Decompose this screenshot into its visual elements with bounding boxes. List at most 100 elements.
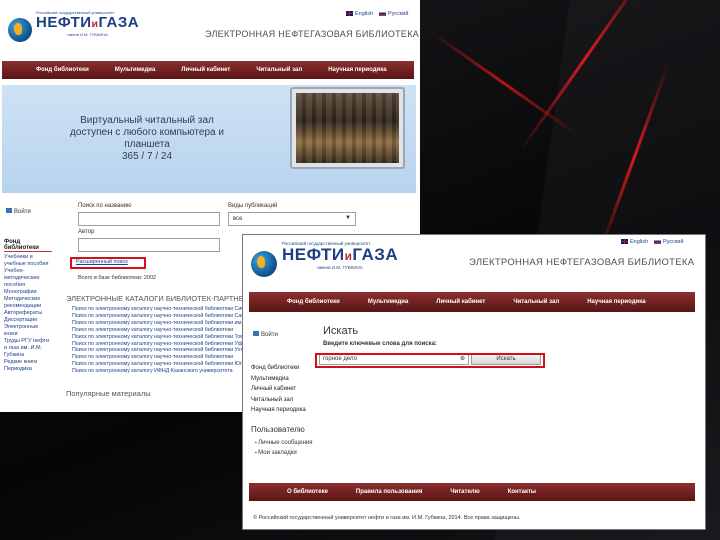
login-label: Войти <box>14 209 31 215</box>
sidebar-item[interactable]: Методические рекомендации <box>4 296 52 310</box>
footer-nav: О библиотеке Правила пользования Читател… <box>249 483 695 501</box>
banner-line: доступен с любого компьютера и планшета <box>70 127 224 150</box>
nav-item[interactable]: Мультимедиа <box>368 299 408 305</box>
user-block-heading: Пользователю <box>251 425 305 434</box>
nav-item[interactable]: Читальный зал <box>256 67 302 73</box>
login-icon <box>6 208 12 213</box>
footer-nav-item[interactable]: Читателю <box>450 489 479 495</box>
language-switcher: English Русский <box>346 11 408 17</box>
publication-types-select[interactable]: все ▼ <box>228 212 356 226</box>
nav-item[interactable]: Мультимедиа <box>115 67 155 73</box>
logo-text: НЕФТИиГАЗА <box>282 245 399 264</box>
nav-item[interactable]: Научная периодика <box>328 67 386 73</box>
catalog-link[interactable]: Поиск по электронному каталогу научно-те… <box>72 347 242 354</box>
library-title: ЭЛЕКТРОННАЯ НЕФТЕГАЗОВАЯ БИБЛИОТЕКА <box>469 257 695 268</box>
sidebar-item[interactable]: Научная периодика <box>251 405 317 416</box>
copyright: © Российский государственный университет… <box>253 515 521 521</box>
site-logo[interactable]: Российский государственный университет Н… <box>251 241 398 277</box>
sidebar-item[interactable]: Диссертации <box>4 317 52 324</box>
main-nav: Фонд библиотеки Мультимедиа Личный кабин… <box>2 61 414 79</box>
banner-line: Виртуальный читальный зал <box>80 115 214 126</box>
sidebar: Фонд библиотеки Мультимедиа Личный кабин… <box>251 363 317 416</box>
nav-item[interactable]: Научная периодика <box>587 299 645 305</box>
nav-item[interactable]: Личный кабинет <box>181 67 230 73</box>
title-search-input[interactable] <box>78 212 220 226</box>
title-search-label: Поиск по названию <box>78 203 132 209</box>
nav-item[interactable]: Фонд библиотеки <box>36 67 89 73</box>
sidebar-item[interactable]: Монографии <box>4 289 52 296</box>
monitor-illustration <box>290 87 405 169</box>
language-switcher: English Русский <box>621 239 683 245</box>
library-title: ЭЛЕКТРОННАЯ НЕФТЕГАЗОВАЯ БИБЛИОТЕКА <box>205 29 420 39</box>
banner-text: Виртуальный читальный зал доступен с люб… <box>52 115 242 163</box>
catalog-link[interactable]: Поиск по электронному каталогу ИФНД Каза… <box>72 368 242 375</box>
catalog-link[interactable]: Поиск по электронному каталогу научно-те… <box>72 341 242 348</box>
sidebar-item[interactable]: Электронные книги <box>4 324 52 338</box>
login-icon <box>253 331 259 336</box>
ru-flag-icon <box>654 239 662 245</box>
footer-nav-item[interactable]: О библиотеке <box>287 489 328 495</box>
highlight-box <box>70 257 146 269</box>
catalog-link[interactable]: Поиск по электронному каталогу научно-те… <box>72 334 242 341</box>
user-link[interactable]: ▪ Мои закладки <box>255 448 313 458</box>
catalog-link[interactable]: Поиск по электронному каталогу научно-те… <box>72 306 242 313</box>
chevron-down-icon: ▼ <box>345 215 351 221</box>
login-label: Войти <box>261 332 278 338</box>
search-page-screenshot: Российский государственный университет Н… <box>242 234 706 530</box>
sidebar: Фонд библиотеки Учебники и учебные пособ… <box>4 239 52 373</box>
nav-item[interactable]: Личный кабинет <box>436 299 485 305</box>
sidebar-item[interactable]: Фонд библиотеки <box>251 363 317 374</box>
sidebar-item[interactable]: Личный кабинет <box>251 384 317 395</box>
author-label: Автор <box>78 229 95 235</box>
globe-logo-icon <box>251 251 277 277</box>
sidebar-item[interactable]: Авторефераты <box>4 310 52 317</box>
site-logo[interactable]: Российский государственный университет Н… <box>8 10 139 42</box>
user-link[interactable]: ▪ Личные сообщения <box>255 438 313 448</box>
total-count: Всего в базе библиотеки: 2002 <box>78 275 157 281</box>
login-link[interactable]: Войти <box>6 208 31 215</box>
sidebar-item[interactable]: Редкие книги <box>4 359 52 366</box>
sidebar-item[interactable]: Читальный зал <box>251 395 317 406</box>
popular-heading: Популярные материалы <box>66 389 151 398</box>
user-link-label: Личные сообщения <box>258 440 313 446</box>
catalog-list: Поиск по электронному каталогу научно-те… <box>72 306 242 375</box>
footer-nav-item[interactable]: Правила пользования <box>356 489 422 495</box>
nav-item[interactable]: Читальный зал <box>513 299 559 305</box>
sidebar-item[interactable]: Учебно-методические пособия <box>4 268 52 289</box>
banner-line: 365 / 7 / 24 <box>121 151 173 162</box>
catalog-link[interactable]: Поиск по электронному каталогу научно-те… <box>72 354 242 361</box>
sidebar-item[interactable]: Мультимедиа <box>251 374 317 385</box>
uk-flag-icon <box>346 11 353 17</box>
sidebar-item[interactable]: Труды РГУ нефти и газа им. И.М. Губкина <box>4 338 52 359</box>
footer-nav-item[interactable]: Контакты <box>508 489 536 495</box>
lang-ru-label: Русский <box>663 239 684 245</box>
sidebar-heading: Фонд библиотеки <box>4 239 52 252</box>
search-heading: Искать <box>323 325 359 337</box>
lang-en-link[interactable]: English <box>621 239 648 245</box>
catalog-link[interactable]: Поиск по электронному каталогу научно-те… <box>72 320 242 327</box>
lang-ru-label: Русский <box>388 11 409 17</box>
catalog-link[interactable]: Поиск по электронному каталогу научно-те… <box>72 313 242 320</box>
university-name-line: имени И.М. ГУБКИНА <box>317 265 363 270</box>
globe-logo-icon <box>8 18 32 42</box>
login-link[interactable]: Войти <box>253 331 278 338</box>
lang-ru-link[interactable]: Русский <box>379 11 408 17</box>
publication-types-label: Виды публикаций <box>228 203 278 209</box>
main-nav: Фонд библиотеки Мультимедиа Личный кабин… <box>249 292 695 312</box>
promo-banner[interactable]: Виртуальный читальный зал доступен с люб… <box>2 85 416 193</box>
sidebar-item[interactable]: Учебники и учебные пособия <box>4 254 52 268</box>
catalogs-heading: ЭЛЕКТРОННЫЕ КАТАЛОГИ БИБЛИОТЕК-ПАРТНЕРОВ <box>66 294 260 303</box>
user-link-label: Мои закладки <box>258 450 297 456</box>
sidebar-item[interactable]: Периодика <box>4 366 52 373</box>
lang-en-link[interactable]: English <box>346 11 373 17</box>
catalog-link[interactable]: Поиск по электронному каталогу научно-те… <box>72 327 242 334</box>
author-input[interactable] <box>78 238 220 252</box>
catalog-link[interactable]: Поиск по электронному каталогу научно-те… <box>72 361 242 368</box>
lang-ru-link[interactable]: Русский <box>654 239 683 245</box>
nav-item[interactable]: Фонд библиотеки <box>287 299 340 305</box>
reading-room-photo <box>296 93 399 163</box>
logo-text: НЕФТИиГАЗА <box>36 14 140 31</box>
ru-flag-icon <box>379 11 387 17</box>
lang-en-label: English <box>355 11 374 17</box>
publication-types-value: все <box>233 216 243 222</box>
